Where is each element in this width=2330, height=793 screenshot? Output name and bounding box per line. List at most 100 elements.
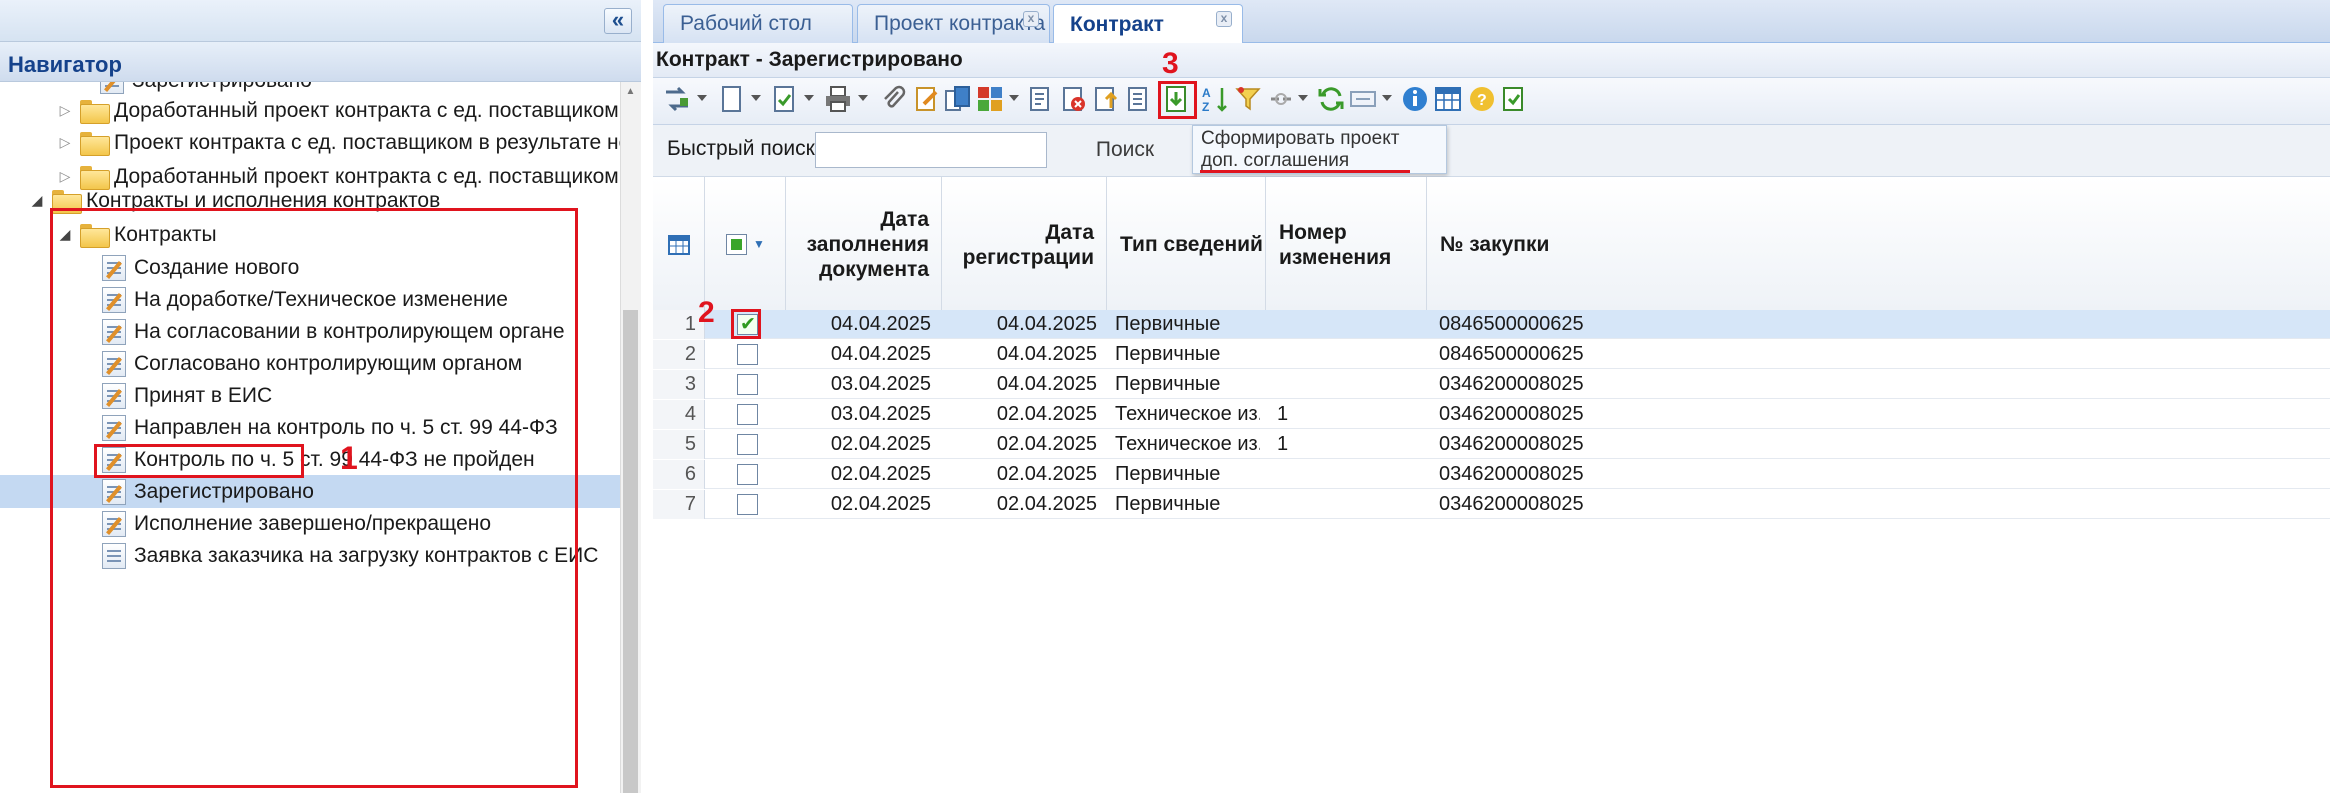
cell-change-number: 1 — [1277, 433, 1289, 455]
cell-purchase-number: 0346200008025 — [1439, 403, 1584, 425]
print-icon[interactable] — [823, 84, 853, 114]
tab-contract-project[interactable]: Проект контракта x — [857, 4, 1050, 43]
exchange-icon[interactable] — [1348, 84, 1378, 114]
table-row[interactable]: 5 02.04.2025 02.04.2025 Техническое из..… — [653, 430, 2330, 459]
chevron-down-icon[interactable] — [858, 95, 868, 101]
tab-label: Рабочий стол — [680, 12, 812, 35]
cell-change-number — [1277, 310, 1432, 339]
cell-change-number — [1277, 490, 1432, 519]
row-checkbox[interactable] — [737, 434, 758, 455]
annotation-box-toolbar-button — [1158, 81, 1197, 119]
table-row[interactable]: 2 04.04.2025 04.04.2025 Первичные 084650… — [653, 340, 2330, 369]
chevron-down-icon[interactable] — [1298, 95, 1308, 101]
column-header-reg-date[interactable]: Дата регистрации — [943, 177, 1107, 312]
table-row[interactable]: 7 02.04.2025 02.04.2025 Первичные 034620… — [653, 490, 2330, 519]
column-settings-cell[interactable] — [653, 177, 705, 312]
row-number: 2 — [653, 340, 705, 369]
row-checkbox[interactable] — [737, 494, 758, 515]
help-icon[interactable]: ? — [1467, 84, 1497, 114]
attachment-icon[interactable] — [878, 84, 908, 114]
document-icon[interactable] — [1124, 84, 1154, 114]
cell-fill-date: 02.04.2025 — [830, 433, 931, 455]
search-button[interactable]: Поиск — [1055, 132, 1195, 168]
tree-item-label: Доработанный проект контракта с ед. пост… — [114, 98, 619, 122]
cell-fill-date: 02.04.2025 — [830, 493, 931, 515]
select-all-cell[interactable]: ▼ — [706, 177, 786, 312]
calendar-table-icon[interactable] — [1433, 84, 1463, 114]
table-row[interactable]: 4 03.04.2025 02.04.2025 Техническое из..… — [653, 400, 2330, 429]
sort-az-icon[interactable]: AZ — [1200, 84, 1230, 114]
status-change-icon[interactable] — [662, 84, 692, 114]
cell-reg-date: 02.04.2025 — [996, 463, 1097, 485]
tab-label: Контракт — [1070, 12, 1164, 36]
row-checkbox[interactable] — [737, 374, 758, 395]
tree-item-revised-single-supplier[interactable]: ▷ Доработанный проект контракта с ед. по… — [56, 94, 619, 127]
cell-fill-date: 03.04.2025 — [830, 403, 931, 425]
new-document-icon[interactable] — [716, 84, 746, 114]
expand-arrow-icon[interactable]: ▷ — [56, 102, 74, 119]
cell-type: Первичные — [1115, 493, 1221, 515]
cell-reg-date: 02.04.2025 — [996, 403, 1097, 425]
save-check-icon[interactable] — [769, 84, 799, 114]
filter-icon[interactable] — [1233, 84, 1263, 114]
info-icon[interactable] — [1400, 84, 1430, 114]
column-header-type[interactable]: Тип сведений — [1108, 177, 1266, 312]
expand-arrow-icon[interactable]: ▷ — [56, 134, 74, 151]
link-icon[interactable] — [1266, 84, 1296, 114]
row-checkbox[interactable] — [737, 404, 758, 425]
cell-purchase-number: 0346200008025 — [1439, 373, 1584, 395]
cell-purchase-number: 0846500000625 — [1439, 313, 1584, 335]
edit-document-icon[interactable] — [912, 84, 942, 114]
row-number: 3 — [653, 370, 705, 399]
scrollbar-thumb[interactable] — [623, 310, 638, 793]
cell-reg-date: 04.04.2025 — [996, 373, 1097, 395]
blocks-icon[interactable] — [975, 84, 1005, 114]
cell-change-number — [1277, 340, 1432, 369]
annotation-box-registered — [94, 444, 304, 478]
collapse-panel-button[interactable]: « — [604, 8, 632, 34]
cell-type: Первичные — [1115, 463, 1221, 485]
delete-document-icon[interactable] — [1059, 84, 1089, 114]
column-header-fill-date[interactable]: Дата заполнения документа — [787, 177, 942, 312]
cell-purchase-number: 0346200008025 — [1439, 493, 1584, 515]
chevron-down-icon[interactable] — [751, 95, 761, 101]
expand-arrow-icon[interactable]: ▷ — [56, 168, 74, 185]
row-checkbox[interactable] — [737, 464, 758, 485]
tree-item-registered-partial[interactable]: Зарегистрировано — [100, 82, 312, 94]
row-checkbox[interactable] — [737, 344, 758, 365]
scroll-up-arrow-icon[interactable]: ▲ — [623, 86, 638, 100]
chevron-down-icon[interactable] — [1009, 95, 1019, 101]
close-icon[interactable]: x — [1023, 11, 1039, 27]
table-row[interactable]: 6 02.04.2025 02.04.2025 Первичные 034620… — [653, 460, 2330, 489]
chevron-down-icon[interactable] — [697, 95, 707, 101]
chevron-down-icon[interactable] — [804, 95, 814, 101]
column-header-purchase-number[interactable]: № закупки — [1428, 177, 2330, 312]
annotation-box-checkbox — [731, 309, 761, 339]
table-icon[interactable] — [667, 234, 690, 255]
table-row[interactable]: 3 03.04.2025 04.04.2025 Первичные 034620… — [653, 370, 2330, 399]
cell-type: Первичные — [1115, 373, 1221, 395]
row-number: 4 — [653, 400, 705, 429]
tree-item-project-failed[interactable]: ▷ Проект контракта с ед. поставщиком в р… — [56, 126, 620, 159]
table-row[interactable]: 1 04.04.2025 04.04.2025 Первичные 084650… — [653, 310, 2330, 339]
tab-contract[interactable]: Контракт x — [1053, 4, 1243, 44]
collapse-arrow-icon[interactable]: ◢ — [28, 192, 46, 209]
tab-desktop[interactable]: Рабочий стол — [663, 4, 853, 43]
quick-search-input[interactable] — [815, 132, 1047, 168]
chevron-down-icon[interactable]: ▼ — [753, 232, 765, 257]
upload-document-icon[interactable] — [1091, 84, 1121, 114]
row-number: 6 — [653, 460, 705, 489]
cell-fill-date: 02.04.2025 — [830, 463, 931, 485]
cell-type: Первичные — [1115, 343, 1221, 365]
cell-reg-date: 02.04.2025 — [996, 493, 1097, 515]
cell-change-number — [1277, 370, 1432, 399]
close-icon[interactable]: x — [1216, 11, 1232, 27]
refresh-icon[interactable] — [1316, 84, 1346, 114]
select-all-checkbox[interactable] — [726, 234, 748, 255]
copy-document-icon[interactable] — [943, 84, 973, 114]
row-number: 7 — [653, 490, 705, 519]
column-header-change-number[interactable]: Номер изменения — [1267, 177, 1427, 312]
document-list-icon[interactable] — [1026, 84, 1056, 114]
export-document-icon[interactable] — [1499, 84, 1529, 114]
chevron-down-icon[interactable] — [1382, 95, 1392, 101]
